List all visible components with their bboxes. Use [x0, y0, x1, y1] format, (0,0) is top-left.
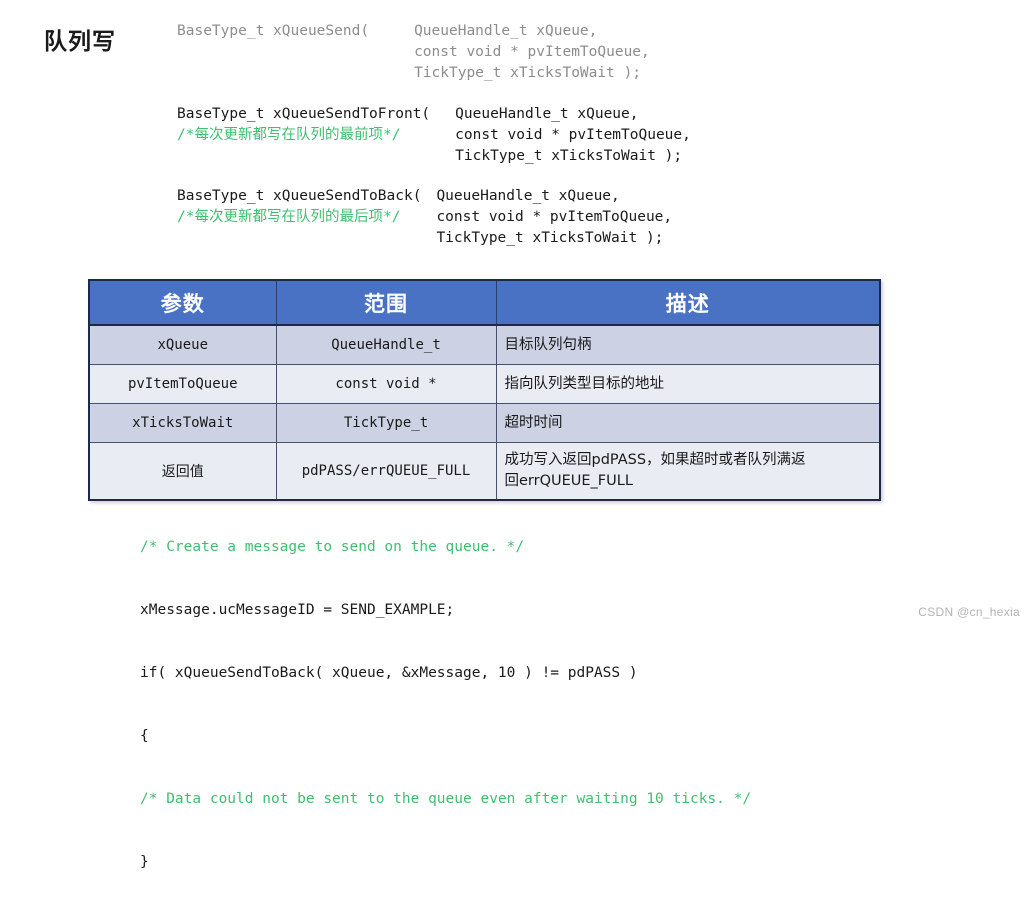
table-cell-param: xTicksToWait — [88, 403, 277, 443]
signature-declaration: BaseType_t xQueueSendToBack( — [177, 188, 422, 204]
code-line: } — [140, 854, 149, 870]
signature-param-line: const void * pvItemToQueue, — [455, 127, 691, 143]
function-signature-xqueuesendtoback: BaseType_t xQueueSendToBack( /*每次更新都写在队列… — [177, 186, 672, 249]
code-line-comment: /* Data could not be sent to the queue e… — [140, 791, 752, 807]
table-cell-desc: 目标队列句柄 — [495, 324, 881, 365]
signature-left-column: BaseType_t xQueueSendToFront( /*每次更新都写在队… — [177, 104, 430, 146]
table-row: xTicksToWait TickType_t 超时时间 — [88, 403, 881, 443]
function-signature-xqueuesendtofront: BaseType_t xQueueSendToFront( /*每次更新都写在队… — [177, 104, 691, 167]
signature-left-column: BaseType_t xQueueSend( — [177, 21, 369, 42]
table-cell-param: 返回值 — [88, 442, 277, 501]
signature-declaration: BaseType_t xQueueSendToFront( — [177, 106, 431, 122]
signature-param-line: TickType_t xTicksToWait ); — [455, 148, 683, 164]
function-signature-xqueuesend: BaseType_t xQueueSend( QueueHandle_t xQu… — [177, 21, 650, 84]
parameter-table: 参数 范围 描述 xQueue QueueHandle_t 目标队列句柄 pvI… — [88, 279, 881, 501]
table-cell-desc: 指向队列类型目标的地址 — [495, 364, 881, 404]
slide-canvas: 队列写 BaseType_t xQueueSend( QueueHandle_t… — [0, 0, 1032, 870]
watermark: CSDN @cn_hexia — [918, 605, 1020, 619]
signature-declaration: BaseType_t xQueueSend( — [177, 23, 370, 39]
table-header-range: 范围 — [275, 279, 497, 326]
signature-param-line: TickType_t xTicksToWait ); — [436, 230, 664, 246]
table-cell-range: QueueHandle_t — [275, 324, 497, 365]
signature-param-line: TickType_t xTicksToWait ); — [414, 65, 642, 81]
table-header-row: 参数 范围 描述 — [88, 279, 881, 326]
table-row: 返回值 pdPASS/errQUEUE_FULL 成功写入返回pdPASS，如果… — [88, 442, 881, 501]
table-row: xQueue QueueHandle_t 目标队列句柄 — [88, 324, 881, 365]
desc-line: 回errQUEUE_FULL — [504, 473, 633, 489]
table-header-desc: 描述 — [495, 279, 881, 326]
signature-comment: /*每次更新都写在队列的最后项*/ — [177, 209, 401, 225]
table-cell-desc: 超时时间 — [495, 403, 881, 443]
signature-params-column: QueueHandle_t xQueue, const void * pvIte… — [436, 186, 672, 249]
code-line: { — [140, 728, 149, 744]
code-line: xMessage.ucMessageID = SEND_EXAMPLE; — [140, 602, 455, 618]
signature-param-line: QueueHandle_t xQueue, — [414, 23, 598, 39]
signature-left-column: BaseType_t xQueueSendToBack( /*每次更新都写在队列… — [177, 186, 421, 228]
table-cell-range: pdPASS/errQUEUE_FULL — [275, 442, 497, 501]
code-line: if( xQueueSendToBack( xQueue, &xMessage,… — [140, 665, 638, 681]
desc-line: 成功写入返回pdPASS，如果超时或者队列满返 — [504, 452, 806, 468]
code-line-comment: /* Create a message to send on the queue… — [140, 539, 525, 555]
signature-comment: /*每次更新都写在队列的最前项*/ — [177, 127, 401, 143]
signature-params-column: QueueHandle_t xQueue, const void * pvIte… — [414, 21, 650, 84]
table-row: pvItemToQueue const void * 指向队列类型目标的地址 — [88, 364, 881, 404]
table-cell-desc: 成功写入返回pdPASS，如果超时或者队列满返 回errQUEUE_FULL — [495, 442, 881, 501]
signature-param-line: QueueHandle_t xQueue, — [436, 188, 620, 204]
signature-param-line: const void * pvItemToQueue, — [414, 44, 650, 60]
desc-line: 目标队列句柄 — [504, 336, 592, 353]
desc-line: 超时时间 — [504, 414, 563, 431]
desc-line: 指向队列类型目标的地址 — [504, 375, 665, 392]
signature-param-line: const void * pvItemToQueue, — [436, 209, 673, 225]
example-code-block: /* Create a message to send on the queue… — [140, 495, 751, 915]
table-cell-param: xQueue — [88, 324, 277, 365]
table-cell-range: const void * — [275, 364, 497, 404]
table-header-param: 参数 — [88, 279, 277, 326]
signature-params-column: QueueHandle_t xQueue, const void * pvIte… — [455, 104, 691, 167]
table-cell-param: pvItemToQueue — [88, 364, 277, 404]
signature-param-line: QueueHandle_t xQueue, — [455, 106, 639, 122]
table-cell-range: TickType_t — [275, 403, 497, 443]
page-title: 队列写 — [44, 29, 116, 55]
